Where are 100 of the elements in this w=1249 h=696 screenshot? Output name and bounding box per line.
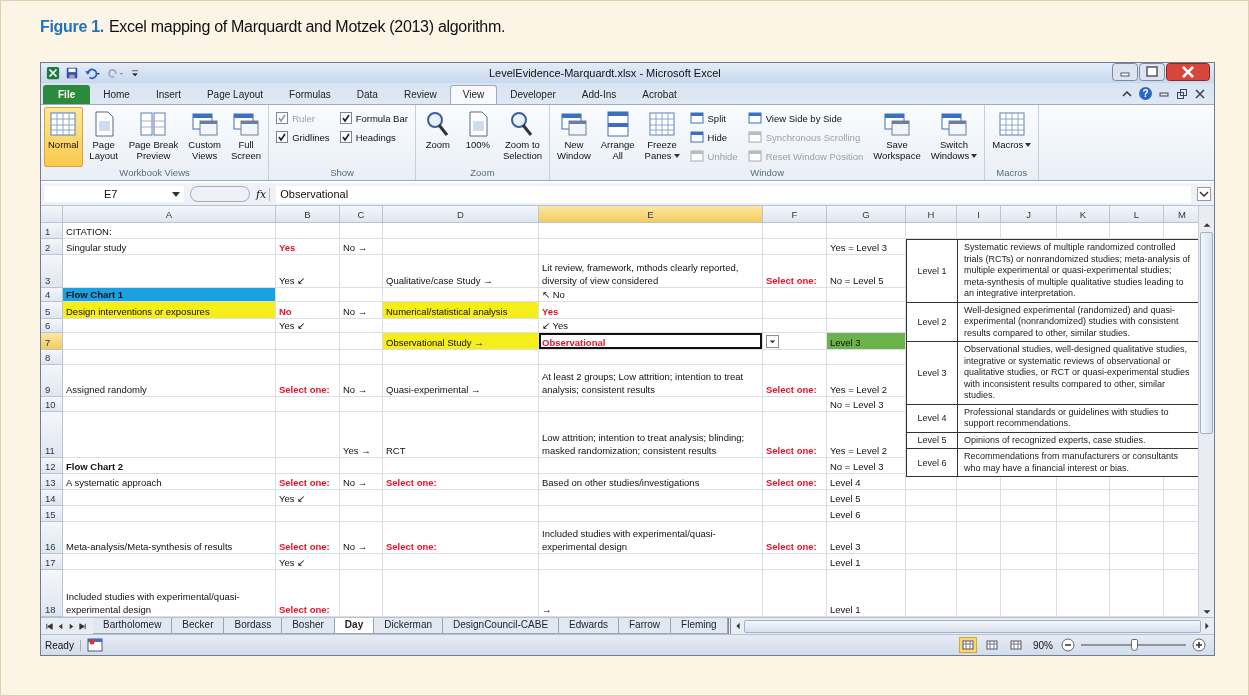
checkbox[interactable]: Gridlines	[276, 130, 330, 144]
ribbon-tab[interactable]: Add-Ins	[568, 85, 630, 104]
spreadsheet-app-icon[interactable]	[45, 66, 61, 80]
ribbon-button[interactable]: Page Layout	[84, 107, 123, 167]
sheet-tab[interactable]: Dickerman	[374, 618, 443, 634]
file-tab[interactable]: File	[43, 85, 91, 104]
sheet-tab[interactable]: Day	[334, 618, 375, 634]
ribbon-button[interactable]: View Side by Side	[747, 111, 864, 125]
maximize-icon[interactable]	[1139, 63, 1165, 81]
row-header[interactable]: 11	[41, 412, 63, 458]
formula-input[interactable]: Observational	[276, 185, 1191, 203]
row-header[interactable]: 4	[41, 288, 63, 302]
row-header[interactable]: 2	[41, 239, 63, 255]
ribbon-button[interactable]: Normal	[44, 107, 83, 167]
column-header[interactable]: C	[340, 206, 383, 223]
insert-function-button[interactable]: fx	[256, 187, 271, 201]
ribbon-tab[interactable]: Data	[343, 85, 391, 104]
ribbon-tab[interactable]: Page Layout	[193, 85, 277, 104]
sheet-tab[interactable]: DesignCouncil-CABE	[443, 618, 560, 634]
column-header[interactable]: F	[763, 206, 827, 223]
ribbon-button[interactable]: Switch Windows	[926, 107, 982, 167]
view-button[interactable]	[1007, 637, 1025, 653]
column-header[interactable]: B	[276, 206, 340, 223]
row-header[interactable]: 6	[41, 319, 63, 333]
column-header[interactable]: I	[957, 206, 1001, 223]
ribbon-button[interactable]: 100%	[458, 107, 497, 167]
ribbon-button[interactable]: Hide	[689, 130, 738, 144]
ribbon-button[interactable]: Zoom to Selection	[498, 107, 546, 167]
row-header[interactable]: 10	[41, 397, 63, 412]
row-header[interactable]: 9	[41, 365, 63, 397]
save-icon[interactable]	[64, 66, 80, 80]
row-header[interactable]: 13	[41, 474, 63, 490]
row-header[interactable]: 15	[41, 506, 63, 522]
ribbon-button[interactable]: Macros	[988, 107, 1036, 167]
sheet-tab[interactable]: Fleming	[671, 618, 728, 634]
help-button[interactable]: ?	[1139, 87, 1152, 100]
column-header[interactable]: L	[1110, 206, 1164, 223]
ribbon-button[interactable]: New Window	[553, 107, 595, 167]
zoom-in-icon[interactable]	[1192, 638, 1206, 652]
ribbon-tab[interactable]: Formulas	[276, 85, 344, 104]
ribbon-button[interactable]: Split	[689, 111, 738, 125]
column-header[interactable]: J	[1001, 206, 1057, 223]
ribbon-button[interactable]: Freeze Panes	[640, 107, 684, 167]
column-header[interactable]: M	[1164, 206, 1199, 223]
close-icon[interactable]	[1166, 63, 1210, 81]
checkbox[interactable]: Headings	[339, 130, 408, 144]
view-button[interactable]	[959, 637, 977, 653]
previous-sheet-icon[interactable]	[56, 621, 65, 631]
name-box[interactable]: E7	[44, 186, 184, 202]
sheet-tab[interactable]: Farrow	[618, 618, 672, 634]
row-header[interactable]: 16	[41, 522, 63, 554]
column-header[interactable]: K	[1057, 206, 1110, 223]
row-header[interactable]: 3	[41, 255, 63, 288]
column-header[interactable]: H	[906, 206, 957, 223]
sheet-tab[interactable]: Edwards	[559, 618, 619, 634]
sheet-tab[interactable]: Bosher	[282, 618, 335, 634]
ribbon-button[interactable]: Page Break Preview	[124, 107, 183, 167]
last-sheet-icon[interactable]	[78, 621, 87, 631]
minimize-icon[interactable]	[1112, 63, 1138, 81]
column-header[interactable]: E	[539, 206, 763, 223]
row-header[interactable]: 1	[41, 223, 63, 239]
ribbon-tab[interactable]: Home	[90, 85, 143, 104]
close-icon[interactable]	[1194, 87, 1206, 100]
ribbon-button[interactable]: Full Screen	[227, 107, 266, 167]
ribbon-tab[interactable]: Review	[390, 85, 450, 104]
sheet-tab[interactable]: Bartholomew	[93, 618, 173, 634]
dropdown-icon[interactable]	[766, 335, 779, 348]
row-header[interactable]: 17	[41, 554, 63, 570]
column-header[interactable]: A	[63, 206, 276, 223]
row-header[interactable]: 12	[41, 458, 63, 474]
next-sheet-icon[interactable]	[67, 621, 76, 631]
column-header[interactable]: G	[827, 206, 906, 223]
column-header[interactable]: D	[383, 206, 539, 223]
ribbon-button[interactable]: Custom Views	[184, 107, 225, 167]
view-button[interactable]	[983, 637, 1001, 653]
first-sheet-icon[interactable]	[45, 621, 54, 631]
ribbon-button[interactable]: Zoom	[418, 107, 457, 167]
ribbon-tab[interactable]: View	[449, 85, 498, 104]
zoom-level[interactable]: 90%	[1031, 639, 1055, 651]
ribbon-tab[interactable]: Acrobat	[629, 85, 690, 104]
row-header[interactable]: 8	[41, 350, 63, 365]
customize-toolbar-icon[interactable]	[129, 67, 141, 79]
zoom-out-icon[interactable]	[1061, 638, 1075, 652]
row-header[interactable]: 7	[41, 333, 63, 350]
ribbon-button[interactable]: Save Workspace	[869, 107, 925, 167]
undo-icon[interactable]	[83, 66, 103, 80]
vertical-scrollbar[interactable]	[1198, 206, 1214, 617]
expand-icon[interactable]	[1197, 187, 1211, 201]
ribbon-tab[interactable]: Developer	[497, 85, 569, 104]
ribbon-tab[interactable]: Insert	[142, 85, 194, 104]
row-header[interactable]: 5	[41, 302, 63, 319]
checkbox[interactable]: Formula Bar	[339, 111, 408, 125]
sheet-tab[interactable]: Becker	[172, 618, 225, 634]
macro-record-icon[interactable]	[86, 638, 103, 652]
restore-icon[interactable]	[1176, 87, 1188, 100]
sheet-tab[interactable]: Bordass	[224, 618, 283, 634]
row-header[interactable]: 18	[41, 570, 63, 617]
row-header[interactable]: 14	[41, 490, 63, 506]
scroll-right-icon[interactable]	[1203, 620, 1211, 632]
ribbon-button[interactable]: Arrange All	[596, 107, 639, 167]
